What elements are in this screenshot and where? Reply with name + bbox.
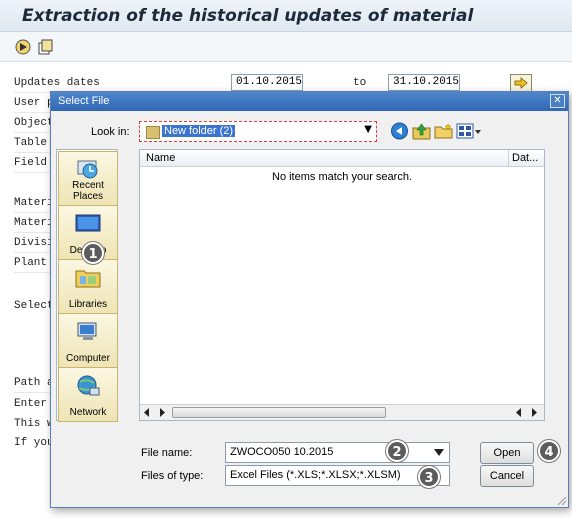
page-title: Extraction of the historical updates of … <box>22 6 474 26</box>
dialog-title: Select File <box>58 95 110 107</box>
scroll-right-icon[interactable] <box>158 408 166 417</box>
callout-badge-1: 1 <box>82 242 104 264</box>
back-icon[interactable] <box>390 122 409 140</box>
scroll-left-icon[interactable] <box>143 408 151 417</box>
new-folder-icon[interactable] <box>434 122 453 140</box>
sap-title-bar: Extraction of the historical updates of … <box>0 0 572 32</box>
multiple-selection-icon[interactable] <box>510 74 532 92</box>
file-type-label: Files of type: <box>141 470 204 482</box>
date-to-input[interactable]: 31.10.2015 <box>388 74 460 91</box>
row-label: Materi <box>14 197 54 209</box>
file-name-input[interactable]: ZWOCO050 10.2015 <box>225 442 450 463</box>
look-in-label: Look in: <box>91 126 130 138</box>
row-label: User p <box>14 97 54 109</box>
close-icon[interactable]: ✕ <box>550 94 565 108</box>
place-label: Computer <box>66 353 110 364</box>
open-button[interactable]: Open <box>480 442 534 464</box>
place-label: Network <box>69 407 107 418</box>
view-menu-icon[interactable] <box>456 122 482 140</box>
resize-grip-icon[interactable] <box>555 494 567 506</box>
desktop-icon <box>75 214 101 232</box>
place-label: Libraries <box>68 299 108 310</box>
chevron-down-icon[interactable] <box>434 449 444 457</box>
horizontal-scrollbar[interactable] <box>140 404 544 420</box>
row-label: Path a <box>14 377 54 389</box>
network-icon <box>77 375 100 396</box>
up-folder-icon[interactable] <box>412 122 431 140</box>
row-label: Table <box>14 137 48 149</box>
scroll-right-icon[interactable] <box>530 408 538 417</box>
sap-toolbar <box>0 32 572 62</box>
places-bar: Recent Places Desktop Libraries Computer <box>56 149 118 422</box>
select-file-dialog: Select File ✕ Look in: New folder (2) ▼ <box>50 91 569 508</box>
place-libraries[interactable]: Libraries <box>58 259 118 314</box>
callout-badge-4: 4 <box>538 440 560 462</box>
date-from-input[interactable]: 01.10.2015 <box>231 74 303 91</box>
variant-icon[interactable] <box>36 38 54 56</box>
row-label: Materi <box>14 217 54 229</box>
computer-icon <box>77 322 97 340</box>
row-label: Object <box>14 117 54 129</box>
column-divider <box>508 150 509 167</box>
look-in-dropdown[interactable]: New folder (2) ▼ <box>139 121 377 142</box>
callout-badge-3: 3 <box>418 466 440 488</box>
file-name-label: File name: <box>141 447 193 459</box>
row-label: Updates dates <box>14 77 100 89</box>
select-text: Select <box>14 300 54 312</box>
place-computer[interactable]: Computer <box>58 313 118 368</box>
chevron-down-icon: ▼ <box>364 124 372 135</box>
folder-icon <box>146 126 160 139</box>
file-list[interactable]: Name Dat... No items match your search. <box>139 149 545 421</box>
scroll-thumb[interactable] <box>172 407 386 418</box>
file-list-header: Name Dat... <box>140 150 544 167</box>
look-in-value: New folder (2) <box>162 125 236 137</box>
callout-badge-2: 2 <box>386 440 408 462</box>
scroll-left-icon[interactable] <box>515 408 523 417</box>
enter-text: Enter <box>14 398 48 410</box>
place-label: Recent Places <box>72 180 104 202</box>
column-header-date[interactable]: Dat... <box>512 152 538 164</box>
if-you-text: If you <box>14 437 54 449</box>
recent-places-icon <box>77 160 98 179</box>
place-network[interactable]: Network <box>58 367 118 422</box>
file-type-select[interactable]: Excel Files (*.XLS;*.XLSX;*.XLSM) <box>225 465 450 486</box>
dialog-title-bar[interactable]: Select File ✕ <box>51 92 568 111</box>
this-text: This w <box>14 418 54 430</box>
column-header-name[interactable]: Name <box>146 152 175 164</box>
execute-icon[interactable] <box>14 38 32 56</box>
empty-message: No items match your search. <box>272 171 412 183</box>
place-recent-places[interactable]: Recent Places <box>58 151 118 206</box>
row-label: Plant <box>14 257 48 269</box>
libraries-icon <box>75 270 101 288</box>
to-label: to <box>353 77 367 89</box>
cancel-button[interactable]: Cancel <box>480 465 534 487</box>
